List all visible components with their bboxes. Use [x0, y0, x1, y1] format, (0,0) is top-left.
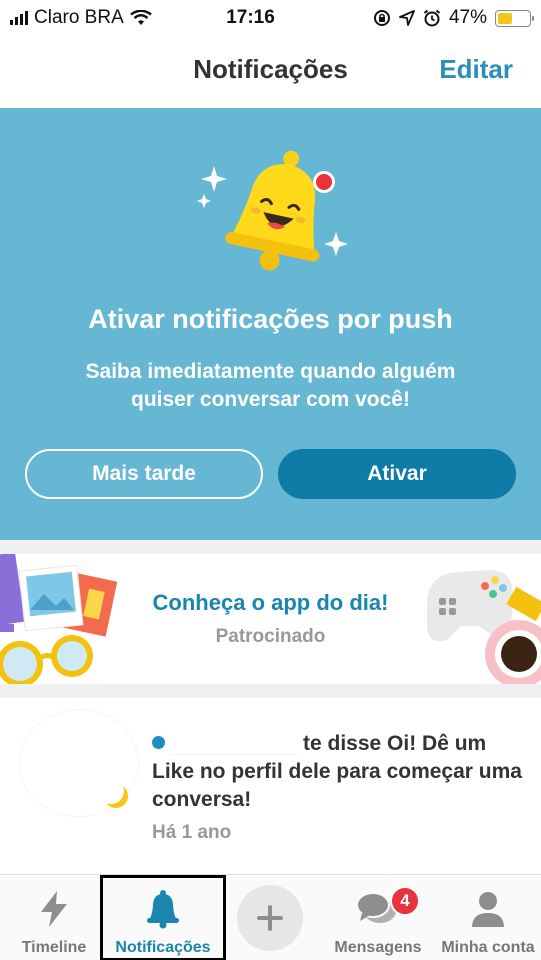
tab-label: Timeline [21, 939, 87, 956]
person-icon [466, 887, 510, 931]
battery-icon [495, 9, 534, 27]
push-subtitle-line-2: quiser conversar com você! [131, 388, 410, 411]
plus-icon [257, 905, 283, 931]
enable-push-button[interactable]: Ativar [278, 449, 516, 499]
signal-icon [10, 11, 28, 25]
edit-button[interactable]: Editar [439, 54, 513, 85]
push-title: Ativar notificações por push [88, 304, 453, 334]
carrier-label: Claro BRA [34, 7, 124, 28]
avatar-badge-mask [98, 778, 124, 804]
status-bar: Claro BRA 17:16 47% [0, 0, 541, 36]
online-status-icon [152, 736, 165, 749]
rotation-lock-icon [373, 10, 390, 26]
status-right: 47% [331, 7, 534, 29]
tab-timeline[interactable]: Timeline [14, 875, 94, 960]
lightning-icon [32, 887, 76, 931]
unread-messages-badge: 4 [390, 886, 420, 916]
notification-text: te disse Oi! Dê um Like no perfil dele p… [152, 730, 522, 814]
sponsored-app-card[interactable]: Conheça o app do dia! Patrocinado [0, 554, 541, 684]
push-subtitle: Saiba imediatamente quando alguém quiser… [40, 358, 501, 414]
add-button[interactable] [237, 885, 303, 951]
location-icon [399, 10, 415, 26]
gamepad-coffee-art-icon [427, 570, 541, 684]
battery-percent: 47% [448, 7, 487, 28]
status-time: 17:16 [226, 7, 275, 28]
tab-messages[interactable]: Mensagens [326, 875, 430, 960]
alarm-icon [423, 9, 441, 27]
tab-bar: Timeline Notificações Mensagens 4 Minha … [0, 874, 541, 960]
photos-art-icon [0, 554, 118, 684]
tab-label: Notificações [115, 939, 211, 956]
tab-my-account[interactable]: Minha conta [436, 875, 540, 960]
push-notifications-card: Ativar notificações por push Saiba imedi… [0, 108, 541, 540]
notification-item[interactable]: te disse Oi! Dê um Like no perfil dele p… [0, 698, 541, 874]
bell-icon [141, 887, 185, 931]
tab-notifications[interactable]: Notificações [103, 875, 223, 960]
tab-label: Mensagens [334, 939, 422, 956]
battery-level [498, 12, 513, 24]
wifi-icon [130, 10, 152, 25]
later-button[interactable]: Mais tarde [25, 449, 263, 499]
smiling-bell-icon [197, 150, 348, 271]
push-subtitle-line-1: Saiba imediatamente quando alguém [85, 360, 456, 383]
redacted-username[interactable] [171, 731, 297, 755]
notification-time: Há 1 ano [152, 822, 232, 843]
nav-bar: Notificações Editar [0, 36, 541, 108]
tab-label: Minha conta [441, 939, 535, 956]
